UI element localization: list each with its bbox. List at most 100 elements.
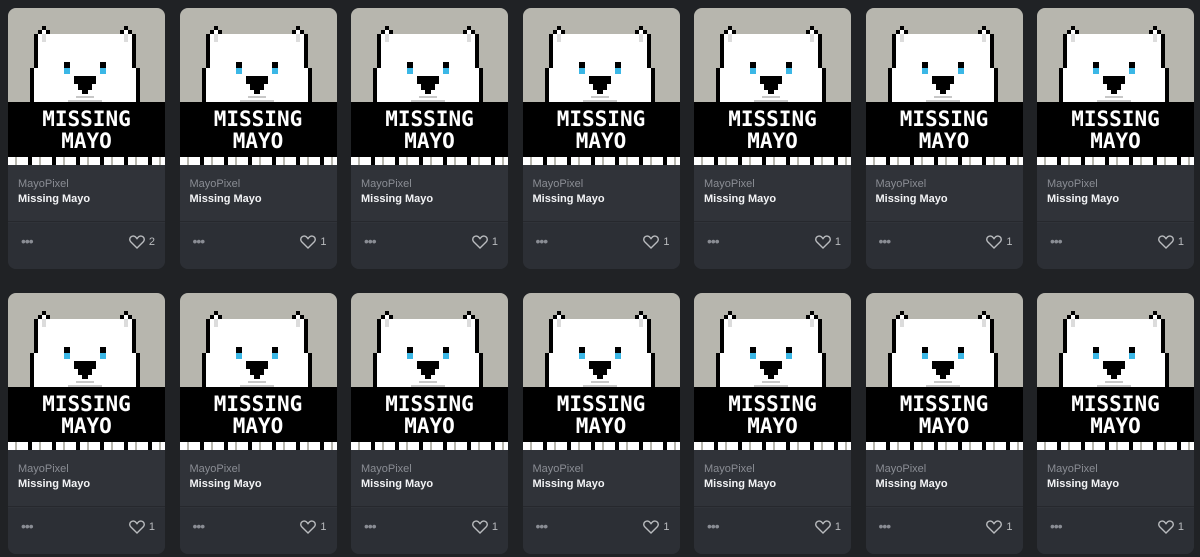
item-title[interactable]: Missing Mayo bbox=[704, 191, 841, 207]
collection-name[interactable]: MayoPixel bbox=[18, 462, 155, 476]
artwork-caption: MISSING MAYO bbox=[351, 387, 508, 442]
item-title[interactable]: Missing Mayo bbox=[190, 191, 327, 207]
collection-name[interactable]: MayoPixel bbox=[704, 462, 841, 476]
nft-card[interactable]: MISSING MAYO MayoPixel Missing Mayo ••• … bbox=[1037, 8, 1194, 269]
like-button[interactable]: 1 bbox=[986, 233, 1013, 251]
like-button[interactable]: 2 bbox=[128, 233, 155, 251]
like-button[interactable]: 1 bbox=[643, 518, 670, 536]
nft-artwork[interactable]: MISSING MAYO bbox=[865, 8, 1023, 165]
item-title[interactable]: Missing Mayo bbox=[1047, 476, 1184, 492]
collection-name[interactable]: MayoPixel bbox=[361, 177, 498, 191]
collection-name[interactable]: MayoPixel bbox=[876, 462, 1013, 476]
nft-artwork[interactable]: MISSING MAYO bbox=[179, 293, 337, 450]
item-title[interactable]: Missing Mayo bbox=[876, 191, 1013, 207]
item-title[interactable]: Missing Mayo bbox=[361, 476, 498, 492]
nft-card[interactable]: MISSING MAYO MayoPixel Missing Mayo ••• … bbox=[8, 293, 165, 554]
more-options-icon[interactable]: ••• bbox=[536, 233, 549, 249]
collection-name[interactable]: MayoPixel bbox=[190, 462, 327, 476]
more-options-icon[interactable]: ••• bbox=[536, 518, 549, 534]
collection-name[interactable]: MayoPixel bbox=[190, 177, 327, 191]
artwork-bottom-strip bbox=[8, 157, 165, 165]
card-info: MayoPixel Missing Mayo bbox=[1037, 165, 1194, 222]
more-options-icon[interactable]: ••• bbox=[21, 518, 34, 534]
nft-artwork[interactable]: MISSING MAYO bbox=[8, 293, 165, 450]
collection-name[interactable]: MayoPixel bbox=[1047, 462, 1184, 476]
nft-card[interactable]: MISSING MAYO MayoPixel Missing Mayo ••• … bbox=[179, 8, 337, 269]
item-title[interactable]: Missing Mayo bbox=[190, 476, 327, 492]
like-count: 1 bbox=[1006, 521, 1013, 533]
nft-artwork[interactable]: MISSING MAYO bbox=[865, 293, 1023, 450]
item-title[interactable]: Missing Mayo bbox=[18, 476, 155, 492]
nft-artwork[interactable]: MISSING MAYO bbox=[351, 8, 508, 165]
like-button[interactable]: 1 bbox=[1157, 518, 1184, 536]
item-title[interactable]: Missing Mayo bbox=[18, 191, 155, 207]
collection-name[interactable]: MayoPixel bbox=[876, 177, 1013, 191]
nft-artwork[interactable]: MISSING MAYO bbox=[694, 8, 851, 165]
artwork-caption: MISSING MAYO bbox=[865, 387, 1023, 442]
nft-card[interactable]: MISSING MAYO MayoPixel Missing Mayo ••• … bbox=[694, 8, 851, 269]
card-footer: ••• 1 bbox=[351, 508, 508, 554]
more-options-icon[interactable]: ••• bbox=[364, 518, 377, 534]
heart-icon bbox=[986, 235, 1003, 249]
card-info: MayoPixel Missing Mayo bbox=[865, 165, 1023, 222]
collection-name[interactable]: MayoPixel bbox=[533, 177, 670, 191]
nft-artwork[interactable]: MISSING MAYO bbox=[179, 8, 337, 165]
like-button[interactable]: 1 bbox=[300, 233, 327, 251]
nft-artwork[interactable]: MISSING MAYO bbox=[694, 293, 851, 450]
item-title[interactable]: Missing Mayo bbox=[876, 476, 1013, 492]
like-button[interactable]: 1 bbox=[814, 233, 841, 251]
more-options-icon[interactable]: ••• bbox=[21, 233, 34, 249]
nft-card[interactable]: MISSING MAYO MayoPixel Missing Mayo ••• … bbox=[351, 8, 508, 269]
item-title[interactable]: Missing Mayo bbox=[533, 191, 670, 207]
like-button[interactable]: 1 bbox=[986, 518, 1013, 536]
nft-artwork[interactable]: MISSING MAYO bbox=[8, 8, 165, 165]
nft-card[interactable]: MISSING MAYO MayoPixel Missing Mayo ••• … bbox=[694, 293, 851, 554]
nft-card[interactable]: MISSING MAYO MayoPixel Missing Mayo ••• … bbox=[865, 8, 1023, 269]
like-button[interactable]: 1 bbox=[1157, 233, 1184, 251]
more-options-icon[interactable]: ••• bbox=[707, 233, 720, 249]
nft-card[interactable]: MISSING MAYO MayoPixel Missing Mayo ••• … bbox=[179, 293, 337, 554]
nft-artwork[interactable]: MISSING MAYO bbox=[1037, 293, 1194, 450]
collection-name[interactable]: MayoPixel bbox=[533, 462, 670, 476]
like-button[interactable]: 1 bbox=[643, 233, 670, 251]
nft-card[interactable]: MISSING MAYO MayoPixel Missing Mayo ••• … bbox=[522, 8, 680, 269]
like-count: 1 bbox=[320, 521, 327, 533]
item-title[interactable]: Missing Mayo bbox=[704, 476, 841, 492]
nft-card[interactable]: MISSING MAYO MayoPixel Missing Mayo ••• … bbox=[351, 293, 508, 554]
artwork-caption-line1: MISSING bbox=[728, 392, 817, 416]
item-title[interactable]: Missing Mayo bbox=[533, 476, 670, 492]
like-button[interactable]: 1 bbox=[814, 518, 841, 536]
artwork-caption-line1: MISSING bbox=[556, 392, 646, 416]
more-options-icon[interactable]: ••• bbox=[193, 233, 206, 249]
item-title[interactable]: Missing Mayo bbox=[1047, 191, 1184, 207]
more-options-icon[interactable]: ••• bbox=[364, 233, 377, 249]
like-button[interactable]: 1 bbox=[128, 518, 155, 536]
collection-name[interactable]: MayoPixel bbox=[361, 462, 498, 476]
more-options-icon[interactable]: ••• bbox=[879, 518, 892, 534]
like-button[interactable]: 1 bbox=[471, 518, 498, 536]
artwork-bottom-strip bbox=[351, 442, 508, 450]
like-count: 1 bbox=[491, 236, 498, 248]
collection-name[interactable]: MayoPixel bbox=[1047, 177, 1184, 191]
nft-artwork[interactable]: MISSING MAYO bbox=[351, 293, 508, 450]
collection-name[interactable]: MayoPixel bbox=[704, 177, 841, 191]
nft-card[interactable]: MISSING MAYO MayoPixel Missing Mayo ••• … bbox=[1037, 293, 1194, 554]
nft-artwork[interactable]: MISSING MAYO bbox=[1037, 8, 1194, 165]
collection-name[interactable]: MayoPixel bbox=[18, 177, 155, 191]
more-options-icon[interactable]: ••• bbox=[707, 518, 720, 534]
more-options-icon[interactable]: ••• bbox=[193, 518, 206, 534]
artwork-bottom-strip bbox=[351, 157, 508, 165]
like-button[interactable]: 1 bbox=[300, 518, 327, 536]
heart-icon bbox=[128, 235, 145, 249]
nft-card[interactable]: MISSING MAYO MayoPixel Missing Mayo ••• … bbox=[865, 293, 1023, 554]
nft-artwork[interactable]: MISSING MAYO bbox=[522, 293, 680, 450]
nft-card[interactable]: MISSING MAYO MayoPixel Missing Mayo ••• … bbox=[522, 293, 680, 554]
more-options-icon[interactable]: ••• bbox=[1050, 518, 1063, 534]
like-count: 2 bbox=[148, 236, 155, 248]
item-title[interactable]: Missing Mayo bbox=[361, 191, 498, 207]
like-button[interactable]: 1 bbox=[471, 233, 498, 251]
nft-card[interactable]: MISSING MAYO MayoPixel Missing Mayo ••• … bbox=[8, 8, 165, 269]
nft-artwork[interactable]: MISSING MAYO bbox=[522, 8, 680, 165]
more-options-icon[interactable]: ••• bbox=[879, 233, 892, 249]
more-options-icon[interactable]: ••• bbox=[1050, 233, 1063, 249]
